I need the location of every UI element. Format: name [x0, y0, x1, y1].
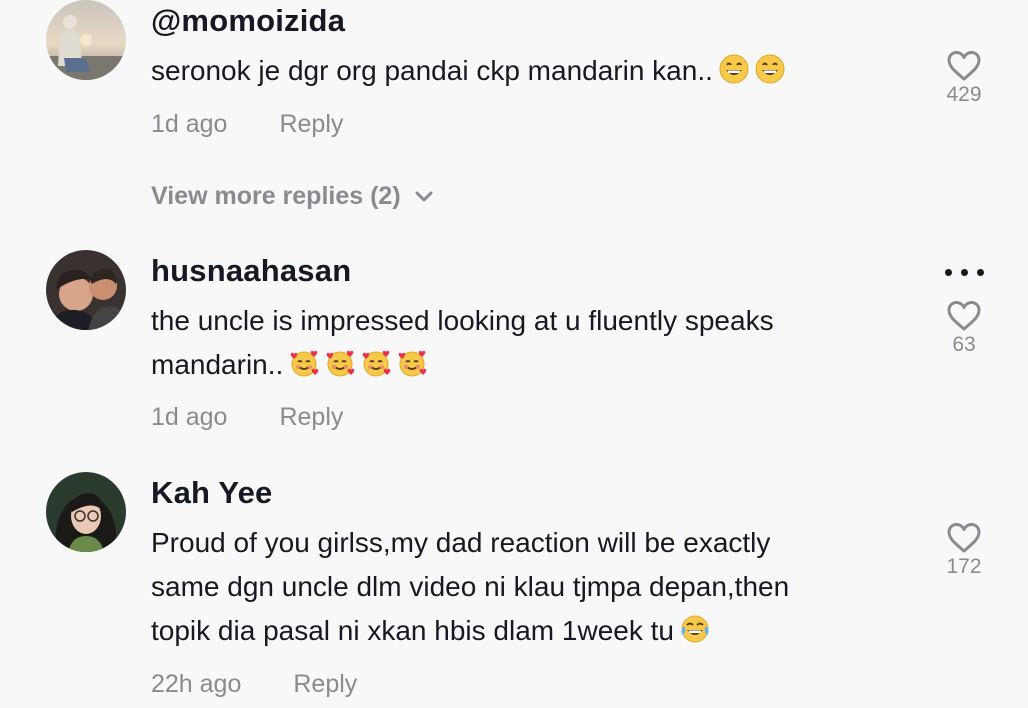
dot-icon [945, 269, 952, 276]
avatar[interactable] [46, 0, 126, 80]
comment-meta: 1d ago Reply [151, 403, 343, 432]
reply-button[interactable]: Reply [293, 670, 357, 698]
dot-icon [977, 269, 984, 276]
comment-text-line: mandarin.. [151, 349, 284, 380]
avatar[interactable] [46, 472, 126, 552]
avatar[interactable] [46, 250, 126, 330]
grinning-face-emoji-icon [755, 54, 785, 84]
comment-timestamp: 1d ago [151, 403, 228, 431]
smiling-face-with-hearts-emoji-icon [289, 348, 319, 378]
face-with-tears-of-joy-emoji-icon [680, 614, 710, 644]
comment-text-line: the uncle is impressed looking at u flue… [151, 305, 774, 336]
like-count: 63 [952, 333, 976, 356]
like-button[interactable]: 63 [934, 300, 994, 357]
comment-text-line: same dgn uncle dlm video ni klau tjmpa d… [151, 571, 790, 602]
chevron-down-icon [415, 181, 433, 210]
comment-text-line: Proud of you girlss,my dad reaction will… [151, 527, 771, 558]
like-button[interactable]: 429 [934, 50, 994, 107]
view-more-replies-label: View more replies (2) [151, 182, 401, 210]
comment-text-line: seronok je dgr org pandai ckp mandarin k… [151, 55, 713, 86]
reply-button[interactable]: Reply [279, 110, 343, 138]
grinning-face-emoji-icon [719, 54, 749, 84]
like-count: 429 [946, 83, 982, 106]
heart-icon [947, 301, 981, 331]
smiling-face-with-hearts-emoji-icon [325, 348, 355, 378]
comment-timestamp: 22h ago [151, 670, 242, 698]
username[interactable]: Kah Yee [151, 475, 272, 511]
view-more-replies-button[interactable]: View more replies (2) [151, 181, 433, 211]
comment-meta: 22h ago Reply [151, 670, 357, 699]
comment-text: the uncle is impressed looking at u flue… [151, 299, 891, 387]
comment-text-line-2: mandarin.. [151, 343, 891, 387]
heart-icon [947, 51, 981, 81]
username[interactable]: @momoizida [151, 3, 345, 39]
username[interactable]: husnaahasan [151, 253, 351, 289]
comment-text-line-3: topik dia pasal ni xkan hbis dlam 1week … [151, 609, 891, 653]
smiling-face-with-hearts-emoji-icon [361, 348, 391, 378]
heart-icon [947, 523, 981, 553]
like-button[interactable]: 172 [934, 522, 994, 579]
reply-button[interactable]: Reply [279, 403, 343, 431]
comment-text-line: topik dia pasal ni xkan hbis dlam 1week … [151, 615, 674, 646]
smiling-face-with-hearts-emoji-icon [397, 348, 427, 378]
comment-timestamp: 1d ago [151, 110, 228, 138]
comment-text: Proud of you girlss,my dad reaction will… [151, 521, 891, 653]
comment-meta: 1d ago Reply [151, 110, 343, 139]
dot-icon [961, 269, 968, 276]
more-options-button[interactable] [943, 262, 987, 282]
like-count: 172 [946, 555, 982, 578]
comment-text: seronok je dgr org pandai ckp mandarin k… [151, 49, 891, 93]
